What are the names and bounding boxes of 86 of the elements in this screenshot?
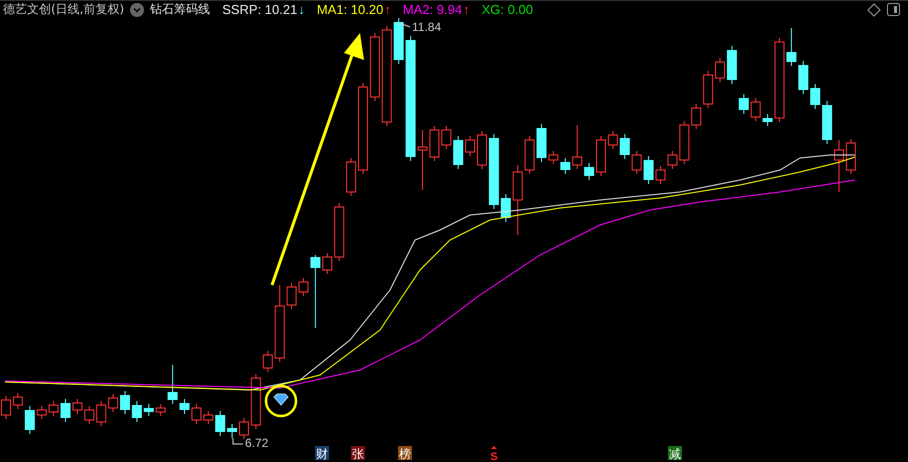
indicator-name: 钻石筹码线 xyxy=(150,1,210,18)
candlestick xyxy=(227,424,238,438)
candlestick xyxy=(84,406,94,424)
candlestick xyxy=(394,18,404,64)
trend-arrow: ↓ xyxy=(298,2,305,17)
candlestick xyxy=(418,130,428,190)
trend-arrow: ↑ xyxy=(463,2,470,17)
dropdown-icon[interactable] xyxy=(130,2,144,16)
candlestick xyxy=(632,150,642,174)
candlestick xyxy=(60,398,70,422)
candlestick xyxy=(810,84,820,110)
indicator-value: MA2: 9.94 xyxy=(402,2,462,17)
candlestick xyxy=(346,158,356,196)
candlestick xyxy=(12,392,23,410)
candlestick xyxy=(144,404,154,416)
panel-toggle-icon[interactable] xyxy=(887,3,900,16)
stock-title: 德艺文创(日线,前复权) xyxy=(3,1,124,18)
up-arrow-icon xyxy=(491,446,497,449)
high-price-label: 11.84 xyxy=(412,20,442,34)
candlestick xyxy=(286,282,297,310)
candlestick xyxy=(48,400,59,416)
candlestick xyxy=(120,390,130,414)
candlestick xyxy=(250,374,261,430)
indicator-value: XG: 0.00 xyxy=(482,2,533,17)
candlestick xyxy=(620,134,630,160)
candlestick xyxy=(168,364,178,404)
candlestick xyxy=(584,162,594,180)
diamond-icon[interactable] xyxy=(867,2,881,16)
candlestick xyxy=(738,94,749,114)
candlestick xyxy=(108,394,118,412)
candlestick xyxy=(500,194,511,222)
candlestick xyxy=(656,166,666,184)
candlestick xyxy=(644,156,654,184)
candlestick xyxy=(608,130,618,150)
candlestick xyxy=(822,100,832,144)
candlestick xyxy=(524,136,535,174)
candlestick xyxy=(786,28,796,66)
candlestick xyxy=(667,150,678,170)
candlestick xyxy=(441,126,452,150)
low-price-label: 6.72 xyxy=(245,436,268,450)
signal-marker[interactable]: S xyxy=(490,451,498,462)
event-tag[interactable]: 榜 xyxy=(399,447,411,461)
candlestick xyxy=(691,104,702,130)
candlestick xyxy=(548,150,558,164)
candlestick xyxy=(834,140,844,192)
event-tag[interactable]: 张 xyxy=(352,447,364,461)
candlestick xyxy=(572,124,582,170)
trend-arrow: ↑ xyxy=(384,2,391,17)
diamond-icon xyxy=(273,394,289,406)
indicator-value: MA1: 10.20 xyxy=(316,2,384,17)
event-tag[interactable]: 财 xyxy=(316,447,328,461)
candlestick xyxy=(334,202,344,262)
candlestick xyxy=(191,404,202,424)
candlestick xyxy=(798,60,808,94)
candlestick xyxy=(560,158,570,174)
indicator-value: SSRP: 10.21 xyxy=(222,2,298,17)
candlestick xyxy=(465,136,476,156)
candlestick xyxy=(453,136,464,170)
candlestick xyxy=(762,114,773,126)
candlestick xyxy=(180,398,190,414)
candlestick xyxy=(429,126,440,162)
candlestick xyxy=(679,120,690,164)
candlestick xyxy=(36,406,47,420)
candlestick xyxy=(370,32,380,102)
candlestick xyxy=(750,98,761,122)
candlestick xyxy=(596,136,606,176)
candlestick xyxy=(72,398,82,414)
candlestick xyxy=(96,400,106,426)
candlestick xyxy=(156,404,166,416)
candlestick xyxy=(24,406,35,434)
candlestick xyxy=(703,70,714,108)
candlestick xyxy=(322,252,332,274)
candlestick xyxy=(298,278,308,296)
candlestick xyxy=(262,350,273,372)
candlestick xyxy=(715,58,725,82)
candlestick xyxy=(215,410,226,436)
event-tag[interactable]: 减 xyxy=(669,447,681,461)
candlestick xyxy=(239,418,249,440)
candlestick xyxy=(132,400,142,422)
candlestick xyxy=(512,164,523,236)
candlestick xyxy=(536,124,546,162)
signal-circle xyxy=(264,384,298,418)
candlestick xyxy=(203,410,214,424)
candlestick xyxy=(846,138,856,174)
candlestick xyxy=(726,46,737,84)
candlestick xyxy=(477,130,487,170)
